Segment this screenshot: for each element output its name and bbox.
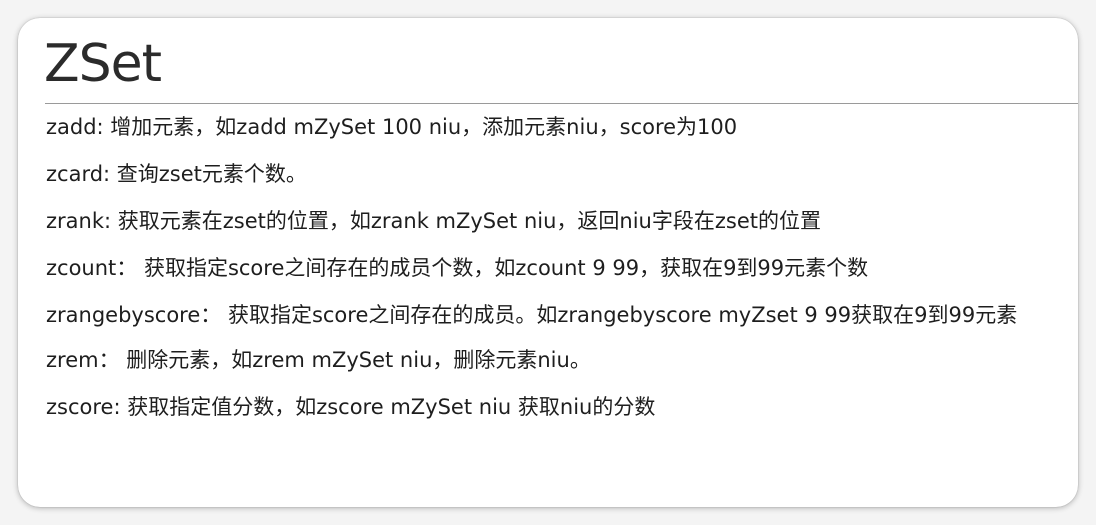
slide-title: ZSet <box>44 34 162 94</box>
title-divider <box>45 103 1078 104</box>
command-line-zscore: zscore: 获取指定值分数，如zscore mZySet niu 获取niu… <box>46 395 656 419</box>
slide-card: ZSet zadd: 增加元素，如zadd mZySet 100 niu，添加元… <box>18 18 1078 507</box>
command-line-zcount: zcount： 获取指定score之间存在的成员个数，如zcount 9 99，… <box>46 256 869 280</box>
command-line-zcard: zcard: 查询zset元素个数。 <box>46 162 307 186</box>
command-line-zrem: zrem： 删除元素，如zrem mZySet niu，删除元素niu。 <box>46 348 591 372</box>
command-line-zrangebyscore: zrangebyscore： 获取指定score之间存在的成员。如zrangeb… <box>46 303 1018 327</box>
command-line-zadd: zadd: 增加元素，如zadd mZySet 100 niu，添加元素niu，… <box>46 115 738 139</box>
command-line-zrank: zrank: 获取元素在zset的位置，如zrank mZySet niu，返回… <box>46 209 821 233</box>
command-list: zadd: 增加元素，如zadd mZySet 100 niu，添加元素niu，… <box>46 115 1071 442</box>
